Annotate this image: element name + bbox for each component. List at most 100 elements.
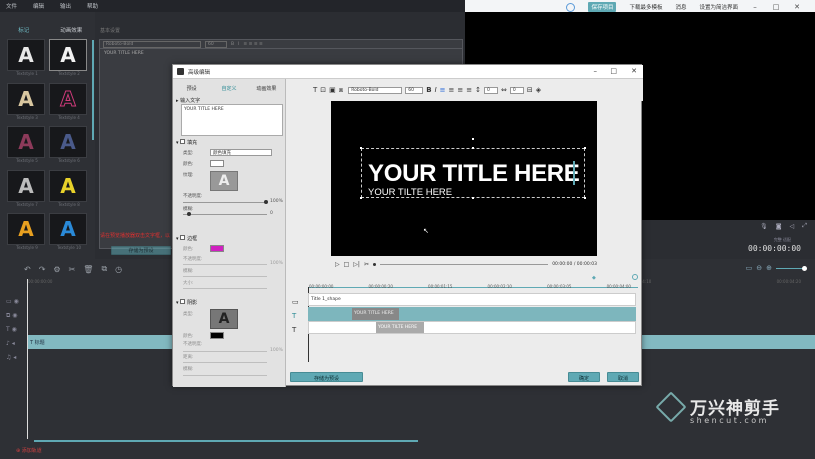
- tab-animation[interactable]: 动画效果: [248, 85, 285, 92]
- bold-icon[interactable]: B: [426, 86, 431, 94]
- maximize-icon[interactable]: □: [772, 3, 780, 11]
- progress-knob[interactable]: [372, 263, 376, 266]
- snapshot-icon[interactable]: ◙: [776, 223, 782, 230]
- text-tool-icon[interactable]: T: [313, 86, 317, 94]
- title-clip[interactable]: YOUR TITLE HERE: [352, 308, 399, 320]
- shadow-distance-slider[interactable]: [183, 362, 267, 363]
- font-select[interactable]: Roboto-Bold: [103, 40, 201, 48]
- fit-icon[interactable]: ▭: [746, 264, 753, 272]
- border-blur-slider[interactable]: [183, 276, 267, 277]
- border-size-slider[interactable]: [183, 288, 267, 289]
- opacity-knob[interactable]: [264, 200, 268, 204]
- title-tile[interactable]: A Textstyle 9: [7, 213, 49, 257]
- zoom-out-icon[interactable]: ⊖: [756, 264, 762, 272]
- layer-tool-icon[interactable]: ⧈: [339, 86, 343, 95]
- menu-export[interactable]: 输出: [60, 2, 71, 10]
- redo-icon[interactable]: ↷: [39, 265, 46, 274]
- settings-icon[interactable]: ⚙: [53, 265, 60, 274]
- volume-icon[interactable]: ◁: [790, 223, 795, 230]
- dialog-close-icon[interactable]: ✕: [631, 67, 637, 75]
- arrange-icon[interactable]: ⊟: [527, 86, 533, 94]
- download-templates-link[interactable]: 下载最多模板: [629, 3, 662, 11]
- size-select[interactable]: 60: [205, 40, 227, 48]
- italic-icon[interactable]: I: [238, 42, 239, 47]
- tab-animation[interactable]: 动画效果: [48, 26, 96, 34]
- undo-icon[interactable]: ↶: [24, 265, 31, 274]
- resize-handle[interactable]: [584, 197, 586, 199]
- char-spacing-icon[interactable]: ⇔: [501, 86, 507, 94]
- editor-text[interactable]: YOUR TITLE HERE: [100, 49, 462, 58]
- line-spacing-input[interactable]: 0: [484, 86, 499, 94]
- size-select[interactable]: 60: [405, 86, 424, 94]
- resize-handle[interactable]: [584, 147, 586, 149]
- stop-icon[interactable]: □: [344, 261, 350, 268]
- shape-clip[interactable]: Title 1_shape: [308, 293, 636, 306]
- align-icons[interactable]: ≡ ≡ ≡ ≡: [243, 42, 262, 47]
- rotate-handle[interactable]: [472, 138, 474, 140]
- title-tile[interactable]: A Textstyle 3: [7, 82, 49, 127]
- justify-icon[interactable]: ≡: [466, 86, 472, 94]
- playhead[interactable]: [27, 279, 28, 439]
- user-icon[interactable]: [566, 2, 576, 12]
- timeline-end-marker[interactable]: [632, 274, 638, 280]
- shadow-checkbox[interactable]: [180, 299, 186, 304]
- title-text[interactable]: YOUR TITLE HERE: [368, 160, 580, 188]
- title-tile[interactable]: A Textstyle 5: [7, 126, 49, 170]
- audio-track-icon[interactable]: ♪ ◂: [6, 337, 19, 351]
- switch-ui-link[interactable]: 设置为简洁界面: [699, 3, 738, 11]
- resize-handle[interactable]: [472, 197, 474, 199]
- dialog-minimize-icon[interactable]: –: [594, 67, 598, 75]
- save-preset-button[interactable]: 存储为预设: [290, 372, 363, 382]
- library-scrollbar[interactable]: [92, 40, 94, 140]
- dialog-maximize-icon[interactable]: □: [610, 67, 617, 75]
- zoom-in-icon[interactable]: ⊕: [766, 264, 772, 272]
- menu-edit[interactable]: 编辑: [33, 2, 44, 10]
- tab-custom[interactable]: 自定义: [210, 85, 247, 92]
- subtitle-clip[interactable]: YOUR TILTE HERE: [376, 322, 424, 333]
- texture-swatch[interactable]: A: [210, 171, 238, 191]
- fill-color-swatch[interactable]: [210, 160, 224, 167]
- fullscreen-icon[interactable]: ⤢: [802, 222, 807, 230]
- mic-icon[interactable]: 🎙: [760, 223, 768, 230]
- speed-icon[interactable]: ◷: [115, 265, 122, 274]
- save-project-button[interactable]: 保存项目: [588, 2, 617, 12]
- tab-preset[interactable]: 预设: [173, 85, 210, 92]
- tab-mark[interactable]: 标记: [0, 26, 48, 34]
- blur-slider[interactable]: [183, 214, 267, 215]
- title-canvas[interactable]: YOUR TITLE HERE YOUR TILTE HERE ↖: [331, 101, 597, 256]
- shape-tool-icon[interactable]: ⊡: [320, 86, 326, 94]
- messages-link[interactable]: 消息: [675, 3, 686, 11]
- fill-type-select[interactable]: 颜色填充: [210, 149, 272, 156]
- blur-knob[interactable]: [187, 212, 191, 216]
- layers-icon[interactable]: ◈: [536, 86, 541, 94]
- cancel-button[interactable]: 取消: [607, 372, 639, 382]
- video-track-icon[interactable]: ▭ ◉: [6, 295, 19, 309]
- music-track-icon[interactable]: ♫ ◂: [6, 351, 19, 365]
- opacity-slider[interactable]: [183, 202, 267, 203]
- play-icon[interactable]: ▷: [335, 261, 340, 268]
- subtitle-text[interactable]: YOUR TILTE HERE: [368, 187, 452, 198]
- progress-bar[interactable]: [379, 264, 549, 265]
- title-tile[interactable]: A Textstyle 2: [49, 39, 91, 83]
- title-tile[interactable]: A Textstyle 7: [7, 169, 49, 214]
- title-tile[interactable]: A Textstyle 8: [49, 169, 91, 214]
- title-track-icon[interactable]: T ◉: [6, 323, 19, 337]
- timeline-scrollbar[interactable]: [34, 440, 418, 442]
- timeline-marker[interactable]: ◆: [592, 275, 596, 281]
- shadow-type-swatch[interactable]: A: [210, 309, 238, 329]
- menu-file[interactable]: 文件: [6, 2, 17, 10]
- split-icon[interactable]: ✂: [364, 261, 369, 268]
- title-tile[interactable]: A Textstyle 6: [49, 126, 91, 170]
- title-tile[interactable]: A Textstyle 10: [49, 213, 91, 257]
- title-tile[interactable]: A Textstyle 1: [7, 39, 49, 83]
- delete-icon[interactable]: 🗑: [83, 265, 93, 274]
- italic-icon[interactable]: I: [435, 86, 437, 94]
- save-preset-button-bg[interactable]: 存储为预设: [111, 246, 171, 255]
- border-checkbox[interactable]: [180, 235, 186, 240]
- input-text-area[interactable]: YOUR TITLE HERE: [181, 104, 283, 136]
- border-color-swatch[interactable]: [210, 245, 224, 252]
- shadow-opacity-slider[interactable]: [183, 351, 267, 352]
- split-icon[interactable]: ✂: [69, 265, 76, 274]
- image-tool-icon[interactable]: ▣: [329, 86, 336, 94]
- resize-handle[interactable]: [472, 147, 474, 149]
